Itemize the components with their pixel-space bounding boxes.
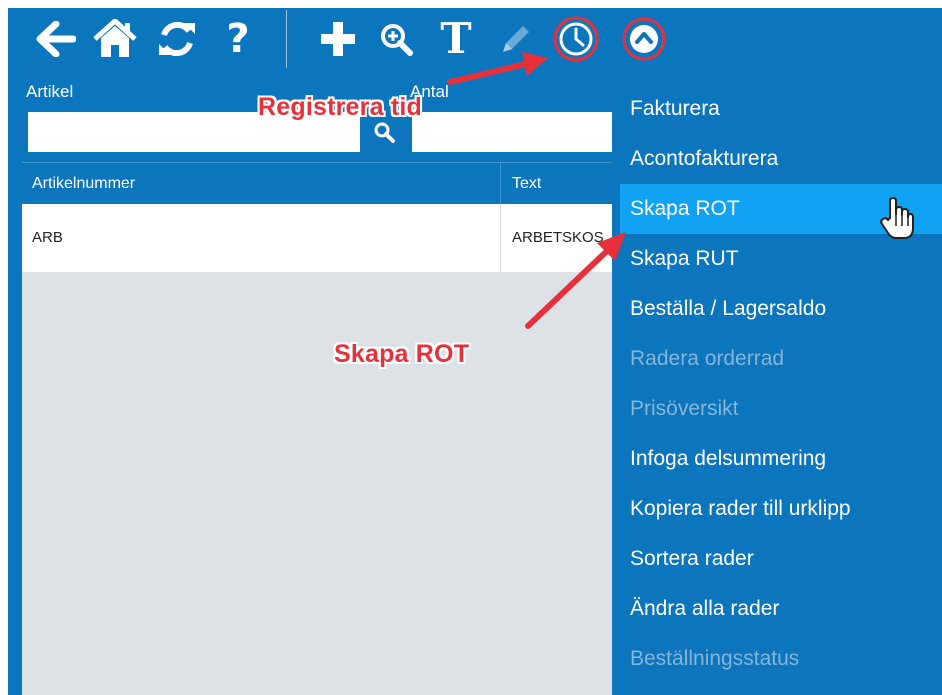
annotation-skapa-rot: Skapa ROT <box>334 340 470 368</box>
annotation-registrera-tid: Registrera tid <box>258 93 422 121</box>
arrow-to-skapa-rot <box>525 247 611 329</box>
annotation-arrows <box>447 52 626 329</box>
arrow-to-clock <box>447 61 529 85</box>
arrow-head-clock <box>522 52 548 76</box>
